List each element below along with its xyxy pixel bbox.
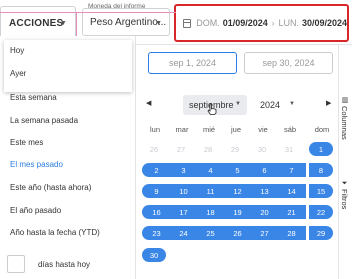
calendar-day-outside[interactable]: 31: [277, 142, 301, 156]
calendar-day-outside[interactable]: 29: [223, 142, 247, 156]
calendar-day-selected[interactable]: 29: [309, 226, 333, 240]
calendar-day-selected[interactable]: 12: [223, 184, 252, 198]
triangle-left-icon[interactable]: ◀: [146, 99, 151, 107]
chevron-down-icon: ▼: [289, 101, 295, 107]
end-date-field[interactable]: sep 30, 2024: [244, 52, 333, 74]
year-value: 2024: [260, 100, 281, 110]
weekday-label: mar: [175, 125, 189, 134]
columns-icon: ▥: [341, 96, 348, 104]
calendar-day-selected[interactable]: 8: [309, 163, 333, 177]
preset-item[interactable]: Ayer: [10, 69, 26, 78]
calendar-day-outside[interactable]: 30: [250, 142, 274, 156]
calendar-icon: [183, 18, 192, 28]
calendar-day-selected[interactable]: 11: [196, 184, 225, 198]
calendar-day-selected[interactable]: 24: [169, 226, 198, 240]
calendar-day-selected[interactable]: 9: [142, 184, 171, 198]
preset-item[interactable]: La semana pasada: [10, 116, 78, 125]
acciones-label: ACCIONES: [9, 17, 64, 29]
calendar-day-selected[interactable]: 27: [250, 226, 279, 240]
calendar-day-selected[interactable]: 18: [196, 205, 225, 219]
calendar-day-selected[interactable]: 22: [309, 205, 333, 219]
tab-filters-label: Filtros: [340, 189, 349, 210]
preset-item[interactable]: Esta semana: [10, 93, 57, 102]
calendar-day-selected[interactable]: 3: [169, 163, 198, 177]
weekday-label: vie: [258, 125, 268, 134]
weekday-label: sáb: [283, 125, 297, 134]
range-start-day: DOM.: [196, 18, 220, 28]
filter-icon: ⏷: [341, 180, 348, 187]
days-input[interactable]: [7, 255, 25, 273]
start-date-field[interactable]: sep 1, 2024: [148, 52, 237, 74]
calendar-day-selected[interactable]: 13: [250, 184, 279, 198]
calendar-day-outside[interactable]: 27: [169, 142, 193, 156]
calendar-day-selected[interactable]: 6: [250, 163, 279, 177]
weekday-label: dom: [314, 125, 330, 134]
weekday-label: lun: [149, 125, 160, 134]
calendar-day-selected[interactable]: 2: [142, 163, 171, 177]
tab-columns-label: Columnas: [340, 106, 349, 140]
date-range-picker[interactable]: DOM. 01/09/2024 › LUN. 30/09/2024: [174, 4, 349, 42]
calendar-day-selected[interactable]: 15: [309, 184, 333, 198]
range-end-day: LUN.: [278, 18, 299, 28]
weekday-label: mié: [202, 125, 216, 134]
calendar-day-selected[interactable]: 19: [223, 205, 252, 219]
calendar-day-selected[interactable]: 4: [196, 163, 225, 177]
range-start-date: 01/09/2024: [222, 18, 268, 28]
preset-item[interactable]: El año pasado: [10, 206, 61, 215]
preset-item[interactable]: Hoy: [10, 46, 24, 55]
preset-item[interactable]: Este año (hasta ahora): [10, 183, 91, 192]
preset-item[interactable]: Año hasta la fecha (YTD): [10, 228, 100, 237]
chevron-down-icon: ▼: [59, 20, 67, 27]
calendar-day-selected[interactable]: 28: [277, 226, 306, 240]
calendar-day-selected[interactable]: 16: [142, 205, 171, 219]
triangle-right-icon[interactable]: ▶: [326, 99, 331, 107]
weekday-label: jue: [230, 125, 241, 134]
chevron-down-icon: ▼: [235, 101, 241, 107]
calendar-day-outside[interactable]: 28: [196, 142, 220, 156]
calendar-day-outside[interactable]: 26: [142, 142, 166, 156]
year-select[interactable]: 2024 ▼: [257, 95, 297, 115]
tab-columns[interactable]: ▥ Columnas: [340, 96, 349, 140]
selection-guide-line: [0, 12, 176, 13]
hand-cursor-icon: [207, 103, 217, 115]
calendar-day-selected[interactable]: 21: [277, 205, 306, 219]
calendar-day-selected[interactable]: 20: [250, 205, 279, 219]
calendar-day-selected[interactable]: 14: [277, 184, 306, 198]
calendar-day-selected[interactable]: 17: [169, 205, 198, 219]
calendar-day-selected[interactable]: 5: [223, 163, 252, 177]
preset-item[interactable]: Este mes: [10, 138, 43, 147]
calendar-day-selected[interactable]: 26: [223, 226, 252, 240]
calendar-panel: sep 1, 2024 sep 30, 2024 ◀ septiembre ▼ …: [137, 45, 338, 279]
calendar-day-selected[interactable]: 1: [309, 142, 333, 156]
calendar-day-selected[interactable]: 10: [169, 184, 198, 198]
chevron-right-icon: ›: [271, 18, 275, 28]
calendar-day-selected[interactable]: 30: [142, 248, 166, 262]
calendar-day-selected[interactable]: 23: [142, 226, 171, 240]
range-end-date: 30/09/2024: [301, 18, 347, 28]
preset-item-active[interactable]: El mes pasado: [10, 160, 63, 169]
side-panel-strip: [338, 45, 352, 279]
days-suffix: días hasta hoy: [38, 260, 91, 269]
calendar-day-selected[interactable]: 7: [277, 163, 306, 177]
tab-filters[interactable]: ⏷ Filtros: [340, 180, 349, 209]
calendar-day-selected[interactable]: 25: [196, 226, 225, 240]
chevron-down-icon: ▼: [155, 20, 162, 27]
preset-list: Hoy Ayer Esta semana La semana pasada Es…: [0, 36, 136, 279]
